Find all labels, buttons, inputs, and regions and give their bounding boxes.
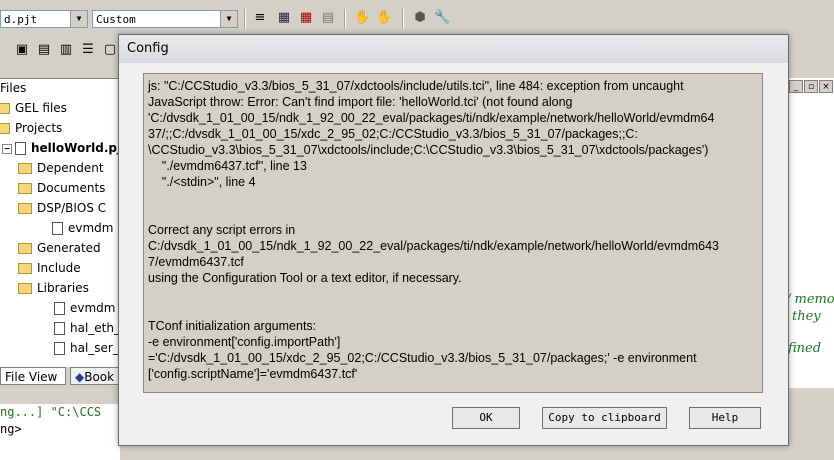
tree-project-helloworld[interactable]: − helloWorld.pjt — [2, 139, 127, 157]
dialog-body: js: "C:/CCStudio_v3.3/bios_5_31_07/xdcto… — [119, 63, 788, 445]
tree-gel-files[interactable]: GEL files — [0, 99, 67, 117]
message-line: 'C:/dvsdk_1_01_00_15/ndk_1_92_00_22_eval… — [148, 111, 715, 125]
message-line: "./evmdm6437.tcf", line 13 — [148, 159, 307, 173]
error-message-box: js: "C:/CCStudio_v3.3/bios_5_31_07/xdcto… — [143, 73, 763, 393]
clear-icon[interactable]: ▤ — [320, 10, 336, 26]
tree-projects[interactable]: Projects — [0, 119, 62, 137]
tree-lib-item[interactable]: hal_eth_ — [54, 319, 120, 337]
message-line: \CCStudio_v3.3\bios_5_31_07\xdctools/inc… — [148, 143, 709, 157]
folder-icon — [0, 103, 10, 114]
folder-icon — [18, 283, 32, 294]
stop-icon[interactable]: ⬢ — [412, 10, 428, 26]
tab-book[interactable]: ◆Book — [70, 367, 120, 385]
folder-icon — [18, 263, 32, 274]
restore-icon[interactable]: ▫ — [804, 80, 818, 93]
folder-icon — [0, 123, 10, 134]
project-combo[interactable]: d.pjt ▼ — [0, 10, 88, 28]
code-text: / memo — [786, 292, 834, 307]
copy-to-clipboard-button[interactable]: Copy to clipboard — [542, 407, 667, 429]
console-line: ng> — [0, 422, 22, 436]
message-line: js: "C:/CCStudio_v3.3/bios_5_31_07/xdcto… — [148, 79, 684, 93]
tab-file-view[interactable]: File View — [0, 367, 66, 385]
hand-icon[interactable]: ✋ — [354, 10, 370, 26]
tree-dependent[interactable]: Dependent — [18, 159, 104, 177]
message-line: ='C:/dvsdk_1_01_00_15/xdc_2_95_02;C:/CCS… — [148, 351, 697, 365]
message-line: 37/;;C:/dvsdk_1_01_00_15/xdc_2_95_02;C:/… — [148, 127, 638, 141]
toolbar-separator — [402, 9, 404, 29]
collapse-icon[interactable]: − — [2, 143, 12, 154]
tree-include[interactable]: Include — [18, 259, 81, 277]
grid-icon[interactable]: ▦ — [276, 10, 292, 26]
code-text: fined — [788, 341, 822, 356]
main-toolbar: d.pjt ▼ Custom ▼ ≡ ▦ ▦ ▤ ✋ ✋ ⬢ 🔧 — [0, 0, 834, 36]
output-console: ng...] "C:\CCS ng> — [0, 404, 120, 460]
folder-icon — [18, 243, 32, 254]
secondary-toolbar: ▣ ▤ ▥ ☰ ▢ — [0, 36, 120, 64]
view-tabs: File View ◆Book — [0, 367, 120, 387]
stack-icon[interactable]: ≡ — [252, 10, 268, 26]
tree-documents[interactable]: Documents — [18, 179, 105, 197]
wrench-icon[interactable]: 🔧 — [434, 10, 450, 26]
list-icon[interactable]: ☰ — [80, 42, 96, 58]
message-line: Correct any script errors in — [148, 223, 296, 237]
toolbar-separator — [244, 9, 246, 29]
config-combo-value: Custom — [96, 13, 136, 26]
hand-disabled-icon[interactable]: ✋ — [376, 10, 392, 26]
message-line: 7/evmdm6437.tcf — [148, 255, 244, 269]
message-line: TConf initialization arguments: — [148, 319, 317, 333]
console-line: ng...] "C:\CCS — [0, 405, 102, 419]
message-line: C:/dvsdk_1_01_00_15/ndk_1_92_00_22_eval/… — [148, 239, 719, 253]
grid-red-icon[interactable]: ▦ — [298, 10, 314, 26]
tree-libraries[interactable]: Libraries — [18, 279, 89, 297]
message-line: using the Configuration Tool or a text e… — [148, 271, 462, 285]
folder-icon — [18, 203, 32, 214]
minimize-icon[interactable]: _ — [789, 80, 803, 93]
folder-icon — [18, 183, 32, 194]
config-combo[interactable]: Custom ▼ — [92, 10, 238, 28]
tree-tcf-file[interactable]: evmdm — [52, 219, 113, 237]
message-line: JavaScript throw: Error: Can't find impo… — [148, 95, 573, 109]
tree-files[interactable]: Files — [0, 79, 26, 97]
message-line: -e environment['config.importPath'] — [148, 335, 341, 349]
lib-file-icon — [54, 322, 65, 335]
tree-generated[interactable]: Generated — [18, 239, 101, 257]
tree-lib-item[interactable]: evmdm — [54, 299, 115, 317]
close-icon[interactable]: × — [819, 80, 833, 93]
tcf-file-icon — [52, 222, 63, 235]
layout-icon[interactable]: ▥ — [58, 42, 74, 58]
code-text: they — [792, 309, 821, 324]
window-icon[interactable]: ▤ — [36, 42, 52, 58]
config-dialog: Config js: "C:/CCStudio_v3.3/bios_5_31_0… — [118, 34, 789, 446]
message-line: ['config.scriptName']='evmdm6437.tcf' — [148, 367, 358, 381]
help-button[interactable]: Help — [689, 407, 761, 429]
tree-dsp-bios[interactable]: DSP/BIOS C — [18, 199, 106, 217]
chevron-down-icon[interactable]: ▼ — [70, 11, 87, 27]
toolbar-separator — [344, 9, 346, 29]
lib-file-icon — [54, 342, 65, 355]
book-icon: ◆ — [75, 370, 85, 384]
tree-lib-item[interactable]: hal_ser_ — [54, 339, 119, 357]
chevron-down-icon[interactable]: ▼ — [220, 11, 237, 27]
dialog-title: Config — [127, 41, 169, 56]
doc-icon[interactable]: ▢ — [102, 42, 118, 58]
project-icon — [15, 142, 26, 155]
clipboard-icon[interactable]: ▣ — [14, 42, 30, 58]
lib-file-icon — [54, 302, 65, 315]
dialog-title-bar[interactable]: Config — [119, 35, 788, 63]
project-tree: Files GEL files Projects − helloWorld.pjt… — [0, 78, 127, 369]
message-line: "./<stdin>", line 4 — [148, 175, 256, 189]
project-combo-value: d.pjt — [4, 13, 38, 26]
ok-button[interactable]: OK — [452, 407, 520, 429]
folder-icon — [18, 163, 32, 174]
